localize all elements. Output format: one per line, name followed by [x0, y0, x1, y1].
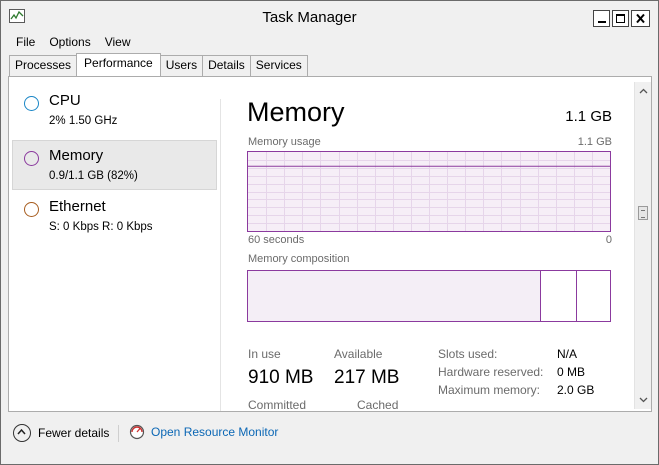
- available-label: Available: [334, 347, 383, 361]
- close-icon: [636, 13, 645, 24]
- composition-in-use: [248, 271, 541, 321]
- memory-composition-bar: [247, 270, 611, 322]
- maximize-button[interactable]: [612, 10, 629, 27]
- chevron-up-circle-icon: [13, 424, 31, 442]
- maximum-memory-label: Maximum memory:: [438, 383, 541, 397]
- time-end-label: 0: [605, 234, 612, 246]
- resource-list: CPU 2% 1.50 GHz Memory 0.9/1.1 GB (82%) …: [9, 77, 222, 411]
- committed-label: Committed: [248, 398, 307, 412]
- usage-graph-svg: [248, 152, 610, 231]
- pane-divider[interactable]: [220, 99, 221, 411]
- slots-used-label: Slots used:: [438, 347, 498, 361]
- hardware-reserved-label: Hardware reserved:: [438, 365, 544, 379]
- performance-panel: CPU 2% 1.50 GHz Memory 0.9/1.1 GB (82%) …: [8, 76, 652, 412]
- scrollbar-thumb[interactable]: [638, 206, 648, 220]
- fewer-details-label: Fewer details: [38, 426, 110, 440]
- menu-view[interactable]: View: [98, 32, 138, 52]
- memory-details: Memory 1.1 GB Memory usage 1.1 GB 60 sec…: [247, 77, 613, 412]
- minimize-button[interactable]: [593, 10, 610, 27]
- tab-processes[interactable]: Processes: [9, 55, 78, 76]
- tab-users[interactable]: Users: [159, 55, 204, 76]
- arrow-up-icon[interactable]: [639, 87, 648, 96]
- composition-standby: [577, 271, 610, 321]
- cached-label: Cached: [357, 398, 399, 412]
- open-resource-monitor-label: Open Resource Monitor: [151, 425, 279, 439]
- composition-modified: [541, 271, 577, 321]
- maximize-icon: [616, 14, 625, 23]
- resource-title: CPU: [49, 92, 81, 109]
- time-span-label: 60 seconds: [248, 234, 305, 246]
- resource-item-memory[interactable]: Memory 0.9/1.1 GB (82%): [12, 140, 217, 190]
- resource-subtitle: 0.9/1.1 GB (82%): [49, 170, 138, 182]
- maximum-memory-value: 2.0 GB: [557, 383, 595, 397]
- memory-usage-graph: [247, 151, 611, 232]
- cpu-indicator-icon: [24, 96, 39, 111]
- tab-performance[interactable]: Performance: [76, 53, 161, 76]
- footer-separator: [118, 425, 119, 442]
- total-memory: 1.1 GB: [565, 108, 612, 125]
- in-use-label: In use: [248, 347, 281, 361]
- hardware-reserved-value: 0 MB: [557, 365, 586, 379]
- fewer-details-button[interactable]: Fewer details: [13, 424, 109, 442]
- slots-used-value: N/A: [557, 347, 578, 361]
- task-manager-window: Task Manager File Options View Processes…: [0, 0, 659, 465]
- resource-subtitle: 2% 1.50 GHz: [49, 115, 118, 127]
- resource-item-cpu[interactable]: CPU 2% 1.50 GHz: [12, 85, 217, 135]
- title-bar[interactable]: Task Manager: [1, 1, 658, 32]
- minimize-icon: [598, 21, 606, 23]
- tab-services[interactable]: Services: [249, 55, 308, 76]
- memory-indicator-icon: [24, 151, 39, 166]
- available-value: 217 MB: [334, 367, 400, 388]
- tab-details[interactable]: Details: [202, 55, 251, 76]
- footer: Fewer details Open Resource Monitor: [1, 420, 658, 448]
- arrow-down-icon[interactable]: [639, 395, 648, 404]
- resource-title: Memory: [49, 147, 104, 164]
- menu-bar: File Options View: [1, 32, 138, 52]
- close-button[interactable]: [631, 10, 650, 27]
- memory-composition-label: Memory composition: [248, 253, 350, 265]
- resource-monitor-icon: [129, 424, 145, 440]
- menu-options[interactable]: Options: [42, 32, 97, 52]
- resource-subtitle: S: 0 Kbps R: 0 Kbps: [49, 221, 153, 233]
- page-title: Memory: [247, 97, 345, 127]
- memory-usage-label: Memory usage: [248, 136, 321, 148]
- in-use-value: 910 MB: [248, 367, 314, 388]
- ethernet-indicator-icon: [24, 202, 39, 217]
- menu-file[interactable]: File: [9, 32, 42, 52]
- resource-item-ethernet[interactable]: Ethernet S: 0 Kbps R: 0 Kbps: [12, 191, 217, 241]
- vertical-scrollbar[interactable]: [634, 82, 651, 409]
- memory-usage-max: 1.1 GB: [577, 136, 612, 148]
- open-resource-monitor-link[interactable]: Open Resource Monitor: [129, 424, 278, 440]
- window-title: Task Manager: [262, 9, 357, 26]
- resource-title: Ethernet: [49, 198, 106, 215]
- tab-strip: Processes Performance Users Details Serv…: [9, 53, 308, 76]
